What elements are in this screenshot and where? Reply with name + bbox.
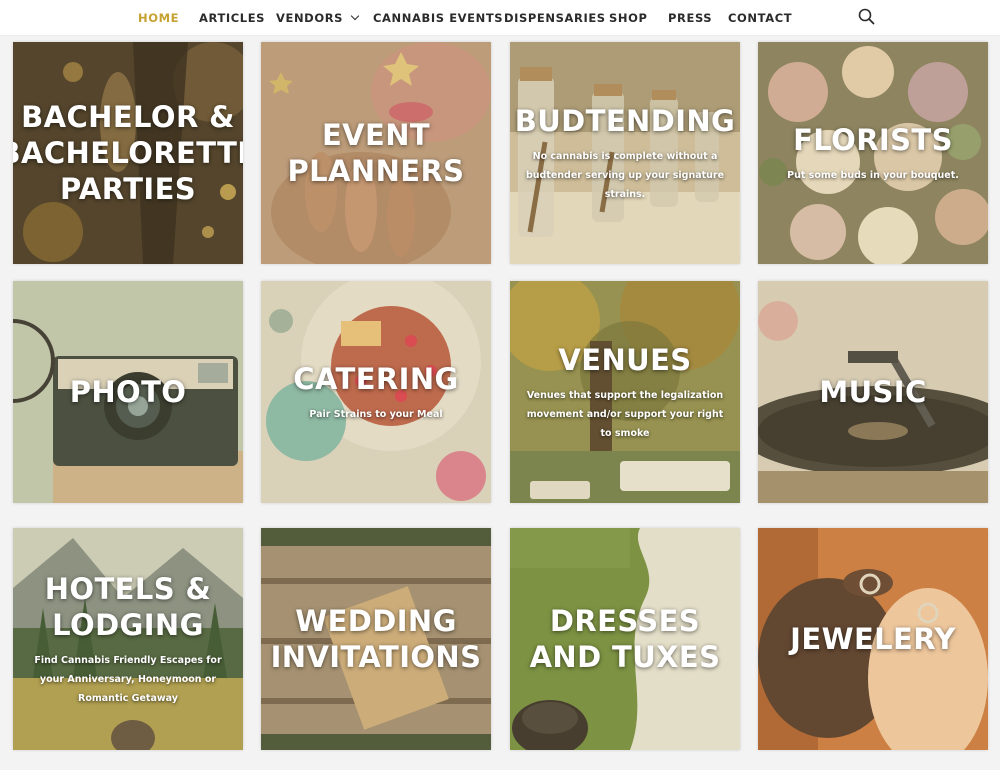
chevron-down-icon [350, 11, 360, 21]
tile-title: MUSIC [819, 375, 927, 409]
nav-home[interactable]: HOME [138, 11, 179, 25]
tile-caption: CATERING Pair Strains to your Meal [261, 281, 491, 503]
nav-articles[interactable]: ARTICLES [199, 11, 265, 25]
nav-dispensaries[interactable]: DISPENSARIES [504, 11, 606, 25]
tile-title: EVENT PLANNERS [287, 118, 465, 188]
tile-dresses-tuxes[interactable]: DRESSES AND TUXES [510, 528, 740, 750]
tile-title: BUDTENDING [514, 103, 736, 138]
tile-wedding-invitations[interactable]: WEDDING INVITATIONS [261, 528, 491, 750]
tile-caption: HOTELS & LODGING Find Cannabis Friendly … [13, 528, 243, 750]
top-navigation: HOME ARTICLES VENDORS CANNABIS EVENTS DI… [0, 0, 1000, 36]
tile-music[interactable]: MUSIC [758, 281, 988, 503]
vendor-category-grid: BACHELOR & BACHELORETTE PARTIES EVENT PL… [0, 36, 1000, 770]
tile-caption: PHOTO [13, 281, 243, 503]
nav-cannabis-events[interactable]: CANNABIS EVENTS [373, 11, 503, 25]
tile-caption: MUSIC [758, 281, 988, 503]
tile-title: BACHELOR & BACHELORETTE PARTIES [13, 100, 243, 206]
tile-title: JEWELERY [790, 622, 956, 656]
tile-caption: DRESSES AND TUXES [510, 528, 740, 750]
tile-caption: EVENT PLANNERS [261, 42, 491, 264]
tile-catering[interactable]: CATERING Pair Strains to your Meal [261, 281, 491, 503]
search-button[interactable] [857, 7, 877, 27]
tile-bachelor-parties[interactable]: BACHELOR & BACHELORETTE PARTIES [13, 42, 243, 264]
tile-caption: JEWELERY [758, 528, 988, 750]
tile-title: FLORISTS [793, 122, 953, 157]
search-icon [858, 8, 875, 25]
tile-venues[interactable]: VENUES Venues that support the legalizat… [510, 281, 740, 503]
tile-caption: WEDDING INVITATIONS [261, 528, 491, 750]
tile-subtitle: Pair Strains to your Meal [309, 408, 443, 420]
tile-title: CATERING [293, 361, 459, 396]
tile-caption: FLORISTS Put some buds in your bouquet. [758, 42, 988, 264]
tile-subtitle: Put some buds in your bouquet. [787, 169, 959, 181]
nav-shop[interactable]: SHOP [609, 11, 648, 25]
nav-press[interactable]: PRESS [668, 11, 712, 25]
tile-caption: VENUES Venues that support the legalizat… [510, 281, 740, 503]
tile-caption: BUDTENDING No cannabis is complete witho… [510, 42, 740, 264]
tile-event-planners[interactable]: EVENT PLANNERS [261, 42, 491, 264]
tile-jewelery[interactable]: JEWELERY [758, 528, 988, 750]
tile-budtending[interactable]: BUDTENDING No cannabis is complete witho… [510, 42, 740, 264]
tile-florists[interactable]: FLORISTS Put some buds in your bouquet. [758, 42, 988, 264]
tile-title: HOTELS & LODGING [44, 571, 212, 642]
tile-title: PHOTO [69, 375, 187, 409]
tile-subtitle: Find Cannabis Friendly Escapes for your … [34, 654, 222, 704]
tile-title: WEDDING INVITATIONS [270, 604, 482, 674]
tile-subtitle: Venues that support the legalization mov… [526, 389, 724, 439]
tile-caption: BACHELOR & BACHELORETTE PARTIES [13, 42, 243, 264]
tile-hotels-lodging[interactable]: HOTELS & LODGING Find Cannabis Friendly … [13, 528, 243, 750]
nav-vendors[interactable]: VENDORS [276, 11, 360, 25]
tile-title: DRESSES AND TUXES [529, 604, 721, 674]
tile-subtitle: No cannabis is complete without a budten… [525, 150, 725, 200]
tile-title: VENUES [558, 342, 692, 377]
nav-vendors-label: VENDORS [276, 11, 344, 25]
tile-photo[interactable]: PHOTO [13, 281, 243, 503]
nav-contact[interactable]: CONTACT [728, 11, 792, 25]
